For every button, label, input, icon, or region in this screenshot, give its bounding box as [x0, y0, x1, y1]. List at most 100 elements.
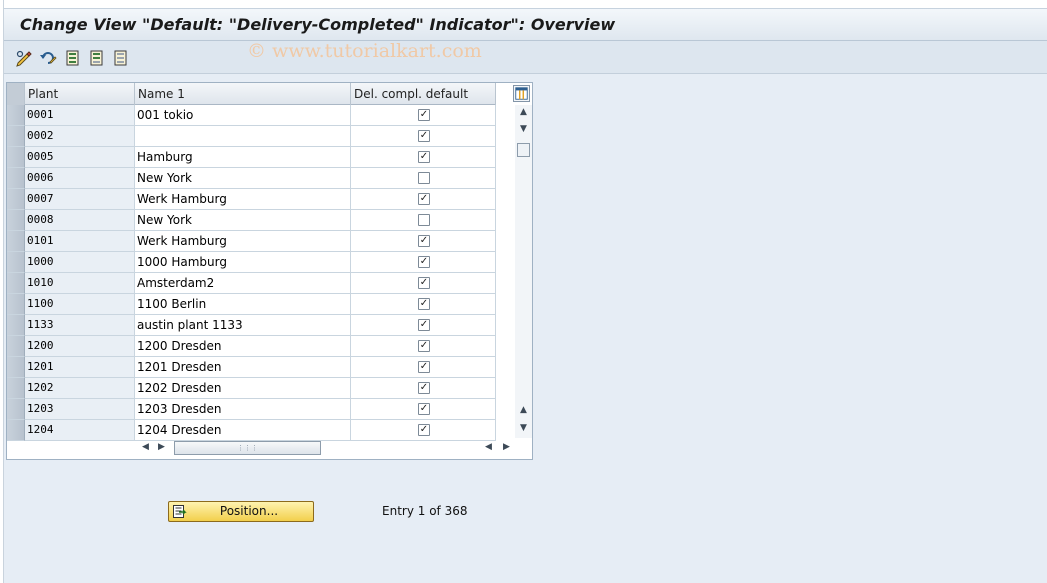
table-settings-icon[interactable]: [513, 85, 530, 102]
table-row[interactable]: 1202 1202 Dresden ✓: [7, 378, 496, 399]
scroll-down-icon[interactable]: ▼: [518, 423, 529, 434]
row-selector[interactable]: [7, 420, 25, 441]
name-cell: Hamburg: [135, 147, 351, 168]
scroll-right-step-icon[interactable]: ▶: [156, 442, 167, 453]
del-compl-cell: ✓: [351, 294, 496, 315]
table-row[interactable]: 1200 1200 Dresden ✓: [7, 336, 496, 357]
select-all-rows-cell[interactable]: [7, 83, 25, 105]
position-button[interactable]: Position...: [168, 501, 314, 522]
del-compl-cell: ✓: [351, 378, 496, 399]
table-row[interactable]: 0002 ✓: [7, 126, 496, 147]
row-selector[interactable]: [7, 273, 25, 294]
scroll-up-icon[interactable]: ▼: [518, 124, 529, 135]
row-selector[interactable]: [7, 105, 25, 126]
scroll-page-up-icon[interactable]: ▲: [518, 405, 529, 416]
del-compl-checkbox[interactable]: ✓: [418, 319, 430, 331]
plant-cell: 1000: [25, 252, 135, 273]
row-selector[interactable]: [7, 378, 25, 399]
name-cell: 1201 Dresden: [135, 357, 351, 378]
del-compl-checkbox[interactable]: ✓: [418, 298, 430, 310]
del-compl-checkbox[interactable]: ✓: [418, 193, 430, 205]
name-cell: 1203 Dresden: [135, 399, 351, 420]
table-row[interactable]: 1204 1204 Dresden ✓: [7, 420, 496, 441]
vertical-scroll-thumb[interactable]: [517, 143, 530, 157]
column-header-plant[interactable]: Plant: [25, 83, 135, 105]
table-row[interactable]: 0005 Hamburg ✓: [7, 147, 496, 168]
del-compl-cell: ✓: [351, 231, 496, 252]
del-compl-checkbox[interactable]: [418, 172, 430, 184]
del-compl-checkbox[interactable]: ✓: [418, 340, 430, 352]
del-compl-checkbox[interactable]: ✓: [418, 277, 430, 289]
del-compl-cell: ✓: [351, 105, 496, 126]
del-compl-checkbox[interactable]: ✓: [418, 424, 430, 436]
row-selector[interactable]: [7, 168, 25, 189]
row-selector[interactable]: [7, 210, 25, 231]
table-row[interactable]: 1000 1000 Hamburg ✓: [7, 252, 496, 273]
plant-cell: 1204: [25, 420, 135, 441]
name-cell: Amsterdam2: [135, 273, 351, 294]
del-compl-checkbox[interactable]: ✓: [418, 109, 430, 121]
table-row[interactable]: 0001 001 tokio ✓: [7, 105, 496, 126]
application-toolbar: [4, 41, 1047, 74]
scroll-left-end-icon[interactable]: ◀: [483, 442, 494, 453]
table-row[interactable]: 0008 New York: [7, 210, 496, 231]
table-row[interactable]: 1100 1100 Berlin ✓: [7, 294, 496, 315]
row-selector[interactable]: [7, 147, 25, 168]
table-row[interactable]: 0006 New York: [7, 168, 496, 189]
del-compl-checkbox[interactable]: ✓: [418, 235, 430, 247]
del-compl-cell: ✓: [351, 252, 496, 273]
scroll-left-icon[interactable]: ◀: [140, 442, 151, 453]
row-selector[interactable]: [7, 399, 25, 420]
del-compl-checkbox[interactable]: [418, 214, 430, 226]
column-header-name[interactable]: Name 1: [135, 83, 351, 105]
row-selector[interactable]: [7, 252, 25, 273]
del-compl-cell: ✓: [351, 147, 496, 168]
table-row[interactable]: 1133 austin plant 1133 ✓: [7, 315, 496, 336]
select-all-icon[interactable]: [64, 49, 82, 67]
plant-cell: 1100: [25, 294, 135, 315]
deselect-all-icon[interactable]: [112, 49, 130, 67]
horizontal-scroll-thumb[interactable]: ⋮⋮⋮: [174, 441, 321, 455]
del-compl-checkbox[interactable]: ✓: [418, 382, 430, 394]
name-cell: austin plant 1133: [135, 315, 351, 336]
row-selector[interactable]: [7, 189, 25, 210]
row-selector[interactable]: [7, 336, 25, 357]
name-cell: [135, 126, 351, 147]
name-cell: 1204 Dresden: [135, 420, 351, 441]
table-row[interactable]: 0007 Werk Hamburg ✓: [7, 189, 496, 210]
table-row[interactable]: 1201 1201 Dresden ✓: [7, 357, 496, 378]
horizontal-scrollbar[interactable]: ◀ ▶ ⋮⋮⋮ ◀ ▶: [137, 439, 515, 456]
table-row[interactable]: 0101 Werk Hamburg ✓: [7, 231, 496, 252]
plant-cell: 0001: [25, 105, 135, 126]
display-change-icon[interactable]: [15, 49, 33, 67]
table-header: Plant Name 1 Del. compl. default: [7, 83, 496, 105]
column-header-del-compl[interactable]: Del. compl. default: [351, 83, 496, 105]
del-compl-checkbox[interactable]: ✓: [418, 151, 430, 163]
del-compl-checkbox[interactable]: ✓: [418, 256, 430, 268]
window-top-strip: [4, 0, 1047, 8]
del-compl-cell: ✓: [351, 189, 496, 210]
table-row[interactable]: 1203 1203 Dresden ✓: [7, 399, 496, 420]
scroll-right-end-icon[interactable]: ▶: [501, 442, 512, 453]
scroll-top-icon[interactable]: ▲: [518, 107, 529, 118]
del-compl-checkbox[interactable]: ✓: [418, 361, 430, 373]
del-compl-checkbox[interactable]: ✓: [418, 403, 430, 415]
row-selector[interactable]: [7, 294, 25, 315]
del-compl-checkbox[interactable]: ✓: [418, 130, 430, 142]
select-block-icon[interactable]: [88, 49, 106, 67]
undo-icon[interactable]: [39, 49, 57, 67]
name-cell: 1200 Dresden: [135, 336, 351, 357]
row-selector[interactable]: [7, 126, 25, 147]
table-row[interactable]: 1010 Amsterdam2 ✓: [7, 273, 496, 294]
plant-cell: 1133: [25, 315, 135, 336]
title-bar: Change View "Default: "Delivery-Complete…: [4, 8, 1047, 41]
del-compl-cell: ✓: [351, 336, 496, 357]
row-selector[interactable]: [7, 315, 25, 336]
row-selector[interactable]: [7, 231, 25, 252]
vertical-scrollbar[interactable]: ▲ ▼ ▲ ▼: [515, 105, 532, 438]
plant-cell: 0007: [25, 189, 135, 210]
del-compl-cell: ✓: [351, 273, 496, 294]
row-selector[interactable]: [7, 357, 25, 378]
entry-counter: Entry 1 of 368: [382, 504, 468, 518]
name-cell: Werk Hamburg: [135, 231, 351, 252]
